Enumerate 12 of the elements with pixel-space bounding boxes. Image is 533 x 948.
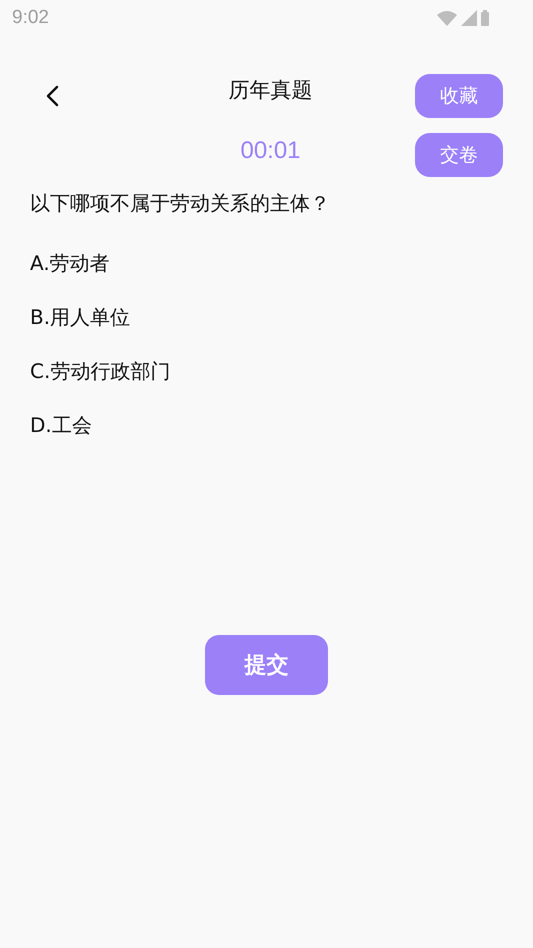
answer-option[interactable]: A.劳动者 (30, 245, 110, 281)
timer: 00:01 (239, 137, 302, 165)
signal-icon (461, 10, 477, 26)
back-icon[interactable] (44, 85, 60, 107)
answer-option[interactable]: B.用人单位 (30, 299, 130, 335)
page-title: 历年真题 (228, 77, 314, 104)
wifi-icon (437, 10, 457, 26)
question-text: 以下哪项不属于劳动关系的主体？ (30, 190, 331, 217)
battery-icon (481, 10, 489, 26)
answer-option[interactable]: C.劳动行政部门 (30, 353, 170, 389)
status-time: 9:02 (12, 7, 49, 29)
answer-option[interactable]: D.工会 (30, 407, 92, 443)
